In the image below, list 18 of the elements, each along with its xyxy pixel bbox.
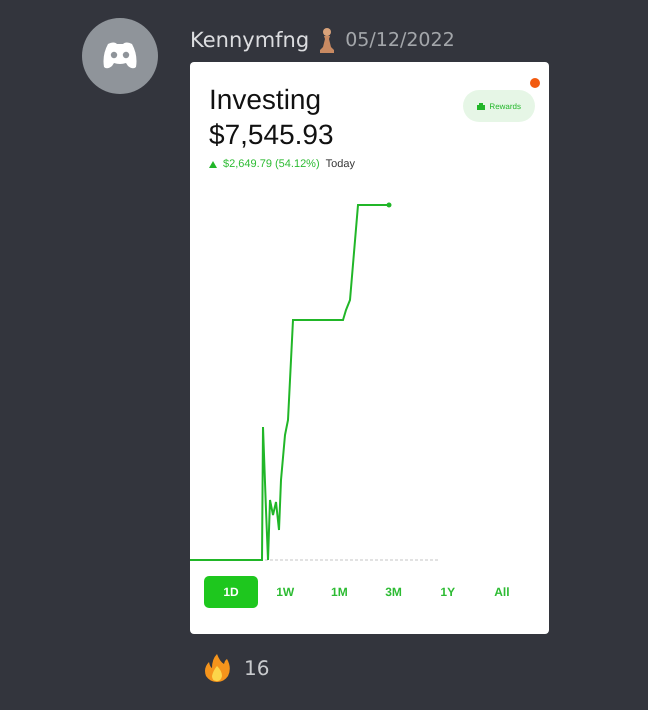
rewards-button[interactable]: Rewards [463, 90, 535, 122]
username[interactable]: Kennymfng [190, 28, 310, 52]
gift-icon [477, 102, 486, 110]
timestamp: 05/12/2022 [345, 29, 455, 51]
range-tab[interactable]: 1Y [420, 576, 475, 608]
portfolio-title: Investing [209, 83, 322, 117]
up-triangle-icon [209, 160, 217, 168]
portfolio-value: $7,545.93 [209, 118, 335, 152]
range-tab[interactable]: 1W [258, 576, 312, 608]
change-amount: $2,649.79 (54.12%) [223, 158, 320, 170]
range-tab[interactable]: All [474, 576, 529, 608]
pawn-icon [319, 27, 336, 53]
reaction-count: 16 [244, 656, 270, 680]
range-tab[interactable]: 3M [366, 576, 421, 608]
change-period: Today [326, 158, 355, 170]
range-tab[interactable]: 1M [312, 576, 366, 608]
fire-icon [204, 654, 230, 682]
range-tab[interactable]: 1D [204, 576, 258, 608]
